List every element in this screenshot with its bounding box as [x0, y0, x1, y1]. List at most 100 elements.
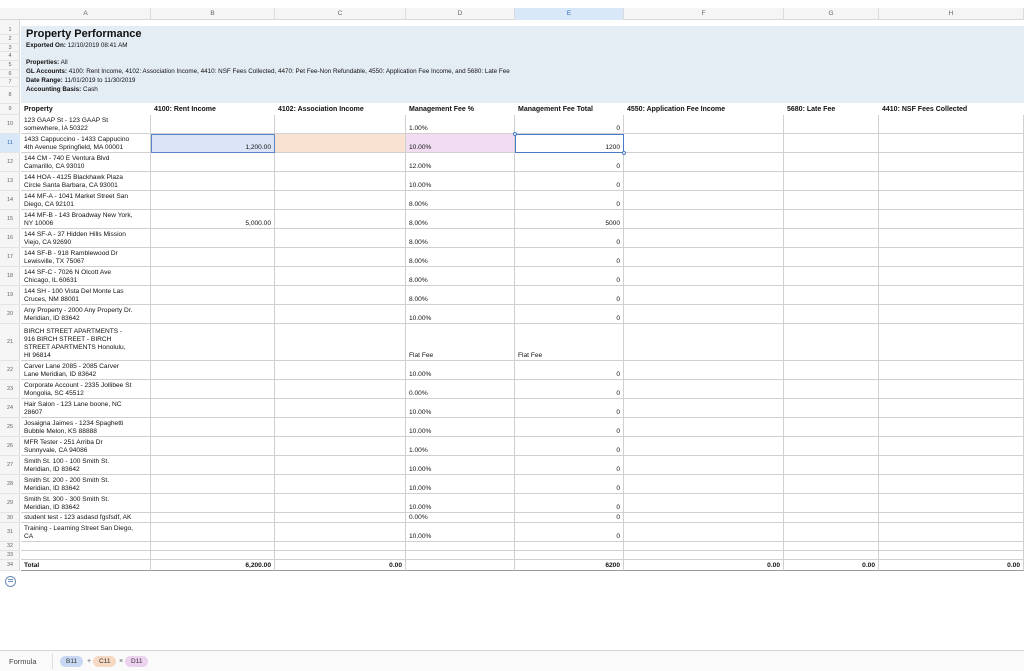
- management-fee-total-cell[interactable]: Flat Fee: [515, 324, 624, 361]
- row-header-22[interactable]: 22: [0, 361, 20, 380]
- property-cell[interactable]: 144 HOA - 4125 Blackhawk Plaza Circle San…: [21, 172, 151, 191]
- management-fee-total-cell[interactable]: 0: [515, 456, 624, 475]
- late-fee-cell[interactable]: [784, 456, 879, 475]
- empty-cell[interactable]: [624, 551, 784, 560]
- late-fee-cell[interactable]: [784, 523, 879, 542]
- nsf-fee-cell[interactable]: [879, 153, 1024, 172]
- association-income-cell[interactable]: [275, 380, 406, 399]
- association-income-cell[interactable]: [275, 324, 406, 361]
- empty-cell[interactable]: [21, 542, 151, 551]
- rent-income-cell[interactable]: [151, 523, 275, 542]
- application-fee-cell[interactable]: [624, 172, 784, 191]
- management-fee-percent-cell[interactable]: 12.00%: [406, 153, 515, 172]
- column-header-f[interactable]: F: [624, 8, 784, 20]
- application-fee-cell[interactable]: [624, 248, 784, 267]
- nsf-fee-cell[interactable]: [879, 523, 1024, 542]
- row-header-33[interactable]: 33: [0, 551, 20, 560]
- property-cell[interactable]: Corporate Account - 2335 Jollibee St Mong…: [21, 380, 151, 399]
- nsf-fee-cell[interactable]: [879, 380, 1024, 399]
- total-cell-d[interactable]: [406, 560, 515, 571]
- rent-income-cell[interactable]: [151, 286, 275, 305]
- management-fee-total-cell[interactable]: 0: [515, 437, 624, 456]
- property-cell[interactable]: Smith St. 300 - 300 Smith St. Meridian, I…: [21, 494, 151, 513]
- total-cell-f[interactable]: 0.00: [624, 560, 784, 571]
- application-fee-cell[interactable]: [624, 361, 784, 380]
- association-income-cell[interactable]: [275, 248, 406, 267]
- application-fee-cell[interactable]: [624, 513, 784, 523]
- empty-cell[interactable]: [515, 542, 624, 551]
- late-fee-cell[interactable]: [784, 399, 879, 418]
- row-header-10[interactable]: 10: [0, 115, 20, 134]
- column-header-d[interactable]: D: [406, 8, 515, 20]
- application-fee-cell[interactable]: [624, 418, 784, 437]
- rent-income-cell[interactable]: [151, 475, 275, 494]
- total-cell-label[interactable]: Total: [21, 560, 151, 571]
- property-cell[interactable]: Smith St. 100 - 100 Smith St. Meridian, I…: [21, 456, 151, 475]
- row-header-14[interactable]: 14: [0, 191, 20, 210]
- row-header-6[interactable]: 6: [0, 70, 20, 78]
- association-income-cell[interactable]: [275, 229, 406, 248]
- management-fee-percent-cell[interactable]: 8.00%: [406, 210, 515, 229]
- management-fee-percent-cell[interactable]: 8.00%: [406, 191, 515, 210]
- management-fee-percent-cell[interactable]: 8.00%: [406, 229, 515, 248]
- selection-handle[interactable]: [622, 151, 626, 155]
- nsf-fee-cell[interactable]: [879, 286, 1024, 305]
- application-fee-cell[interactable]: [624, 494, 784, 513]
- row-header-21[interactable]: 21: [0, 324, 20, 361]
- application-fee-cell[interactable]: [624, 399, 784, 418]
- late-fee-cell[interactable]: [784, 267, 879, 286]
- association-income-cell[interactable]: [275, 475, 406, 494]
- management-fee-total-cell[interactable]: 0: [515, 513, 624, 523]
- nsf-fee-cell[interactable]: [879, 361, 1024, 380]
- late-fee-cell[interactable]: [784, 494, 879, 513]
- association-income-cell[interactable]: [275, 513, 406, 523]
- row-header-8[interactable]: 8: [0, 87, 20, 104]
- rent-income-cell[interactable]: [151, 418, 275, 437]
- row-header-11[interactable]: 11: [0, 134, 20, 153]
- association-income-cell[interactable]: [275, 418, 406, 437]
- late-fee-cell[interactable]: [784, 361, 879, 380]
- association-income-cell[interactable]: [275, 494, 406, 513]
- row-header-4[interactable]: 4: [0, 52, 20, 61]
- management-fee-total-cell[interactable]: 0: [515, 267, 624, 286]
- empty-cell[interactable]: [21, 551, 151, 560]
- rent-income-cell[interactable]: [151, 172, 275, 191]
- row-header-26[interactable]: 26: [0, 437, 20, 456]
- property-cell[interactable]: Carver Lane 2085 - 2085 Carver Lane Merid…: [21, 361, 151, 380]
- property-cell[interactable]: 144 CM - 740 E Ventura Blvd Camarillo, CA…: [21, 153, 151, 172]
- column-header-e[interactable]: E: [515, 8, 624, 20]
- management-fee-total-cell[interactable]: 0: [515, 153, 624, 172]
- management-fee-total-cell[interactable]: 0: [515, 361, 624, 380]
- row-header-31[interactable]: 31: [0, 523, 20, 542]
- property-cell[interactable]: Josaigna Jaimes - 1234 Spaghetti Bubble M…: [21, 418, 151, 437]
- management-fee-percent-cell[interactable]: 0.00%: [406, 380, 515, 399]
- empty-cell[interactable]: [406, 551, 515, 560]
- row-header-17[interactable]: 17: [0, 248, 20, 267]
- rent-income-cell[interactable]: [151, 115, 275, 134]
- nsf-fee-cell[interactable]: [879, 134, 1024, 153]
- management-fee-total-cell[interactable]: 0: [515, 475, 624, 494]
- management-fee-percent-cell[interactable]: 10.00%: [406, 418, 515, 437]
- rent-income-cell[interactable]: [151, 361, 275, 380]
- nsf-fee-cell[interactable]: [879, 494, 1024, 513]
- late-fee-cell[interactable]: [784, 134, 879, 153]
- late-fee-cell[interactable]: [784, 210, 879, 229]
- rent-income-cell[interactable]: [151, 229, 275, 248]
- management-fee-total-cell[interactable]: 0: [515, 380, 624, 399]
- total-cell-e[interactable]: 6200: [515, 560, 624, 571]
- association-income-cell[interactable]: [275, 134, 406, 153]
- association-income-cell[interactable]: [275, 267, 406, 286]
- row-header-5[interactable]: 5: [0, 61, 20, 70]
- row-header-1[interactable]: 1: [0, 26, 20, 35]
- total-cell-g[interactable]: 0.00: [784, 560, 879, 571]
- late-fee-cell[interactable]: [784, 513, 879, 523]
- application-fee-cell[interactable]: [624, 210, 784, 229]
- rent-income-cell[interactable]: [151, 153, 275, 172]
- nsf-fee-cell[interactable]: [879, 418, 1024, 437]
- management-fee-percent-cell[interactable]: 10.00%: [406, 475, 515, 494]
- row-header-16[interactable]: 16: [0, 229, 20, 248]
- property-cell[interactable]: Any Property - 2000 Any Property Dr. Meri…: [21, 305, 151, 324]
- nsf-fee-cell[interactable]: [879, 115, 1024, 134]
- nsf-fee-cell[interactable]: [879, 191, 1024, 210]
- management-fee-percent-cell[interactable]: 8.00%: [406, 286, 515, 305]
